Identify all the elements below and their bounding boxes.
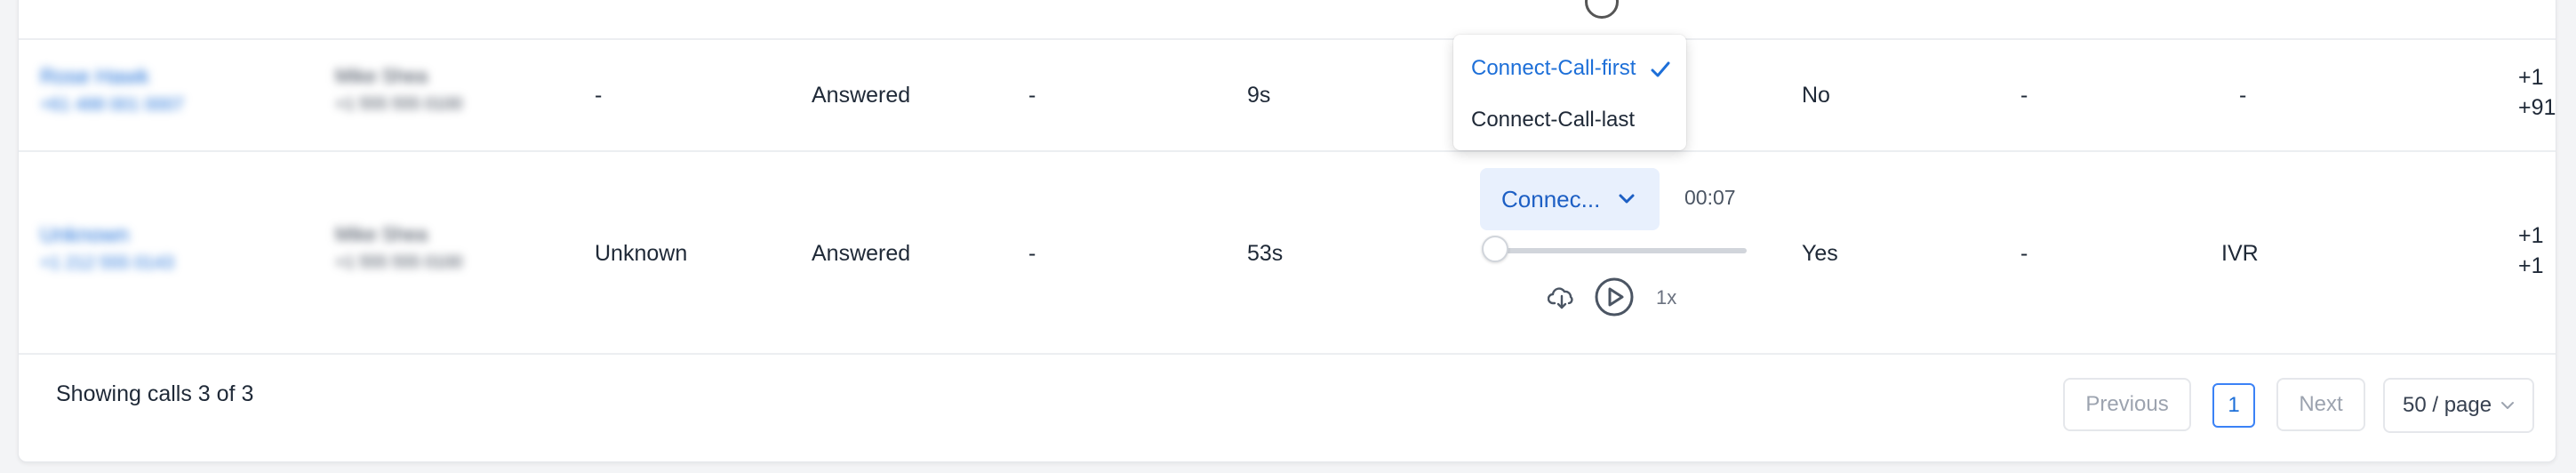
calls-summary: Showing calls 3 of 3 <box>56 381 254 406</box>
download-icon[interactable] <box>1548 285 1576 310</box>
notes-cell: - <box>1028 83 1036 108</box>
play-icon[interactable] <box>1585 0 1619 19</box>
phone-line-2: +1 <box>2518 253 2544 278</box>
chevron-down-icon <box>2501 402 2515 409</box>
duration-cell: 53s <box>1247 241 1284 266</box>
menu-item-connect-call-last[interactable]: Connect-Call-last <box>1471 108 1635 132</box>
recording-options-menu: Connect-Call-first Connect-Call-last <box>1453 35 1686 150</box>
tags-cell: - <box>2020 241 2028 266</box>
agent-number: +1 555 555 0100 <box>335 253 463 272</box>
phone-line-2: +91 <box>2518 95 2556 120</box>
contact-name[interactable]: Rose Hawk <box>40 65 184 90</box>
source-cell: - <box>2239 83 2247 108</box>
checkmark-icon <box>1651 61 1670 77</box>
play-icon[interactable] <box>1594 277 1635 317</box>
agent-cell: Mike Shea +1 555 555 0100 <box>335 223 462 273</box>
row-divider <box>19 150 2556 152</box>
source-cell: IVR <box>2221 241 2259 266</box>
caller-id-cell: Unknown <box>595 241 688 266</box>
contact-number: +1 212 555 0143 <box>40 253 174 273</box>
next-button[interactable]: Next <box>2276 378 2365 431</box>
page-size-select[interactable]: 50 / page <box>2383 378 2534 433</box>
contact-number: +61 488 001 0007 <box>40 95 184 115</box>
calls-table-card: Rose Hawk +61 488 001 0007 Mike Shea +1 … <box>18 0 2556 462</box>
contact-name[interactable]: Unknown <box>40 223 174 248</box>
recording-time: 00:07 <box>1684 186 1736 209</box>
chevron-down-icon <box>1619 194 1635 204</box>
agent-number: +1 555 555 0100 <box>335 95 463 114</box>
notes-cell: - <box>1028 241 1036 266</box>
status-cell: Answered <box>812 83 911 108</box>
voicemail-cell: Yes <box>1802 241 1838 266</box>
status-cell: Answered <box>812 241 911 266</box>
recording-select-label: Connec... <box>1501 185 1601 212</box>
contact-cell[interactable]: Rose Hawk +61 488 001 0007 <box>40 65 184 116</box>
menu-item-connect-call-first[interactable]: Connect-Call-first <box>1471 56 1636 81</box>
playback-speed[interactable]: 1x <box>1656 286 1676 309</box>
recording-select[interactable]: Connec... <box>1480 168 1660 230</box>
voicemail-cell: No <box>1802 83 1830 108</box>
previous-button[interactable]: Previous <box>2063 378 2191 431</box>
duration-cell: 9s <box>1247 83 1271 108</box>
agent-name: Mike Shea <box>335 223 428 245</box>
row-divider <box>19 353 2556 355</box>
audio-slider-track[interactable] <box>1494 248 1747 253</box>
tags-cell: - <box>2020 83 2028 108</box>
contact-cell[interactable]: Unknown +1 212 555 0143 <box>40 223 174 274</box>
agent-name: Mike Shea <box>335 65 428 87</box>
page-size-label: 50 / page <box>2403 393 2492 417</box>
row-divider <box>19 38 2556 40</box>
phone-line-1: +1 <box>2518 65 2544 90</box>
page-number-current[interactable]: 1 <box>2212 383 2255 428</box>
caller-id-cell: - <box>595 83 603 108</box>
agent-cell: Mike Shea +1 555 555 0100 <box>335 65 462 115</box>
phone-line-1: +1 <box>2518 223 2544 248</box>
audio-slider-thumb[interactable] <box>1482 236 1508 262</box>
